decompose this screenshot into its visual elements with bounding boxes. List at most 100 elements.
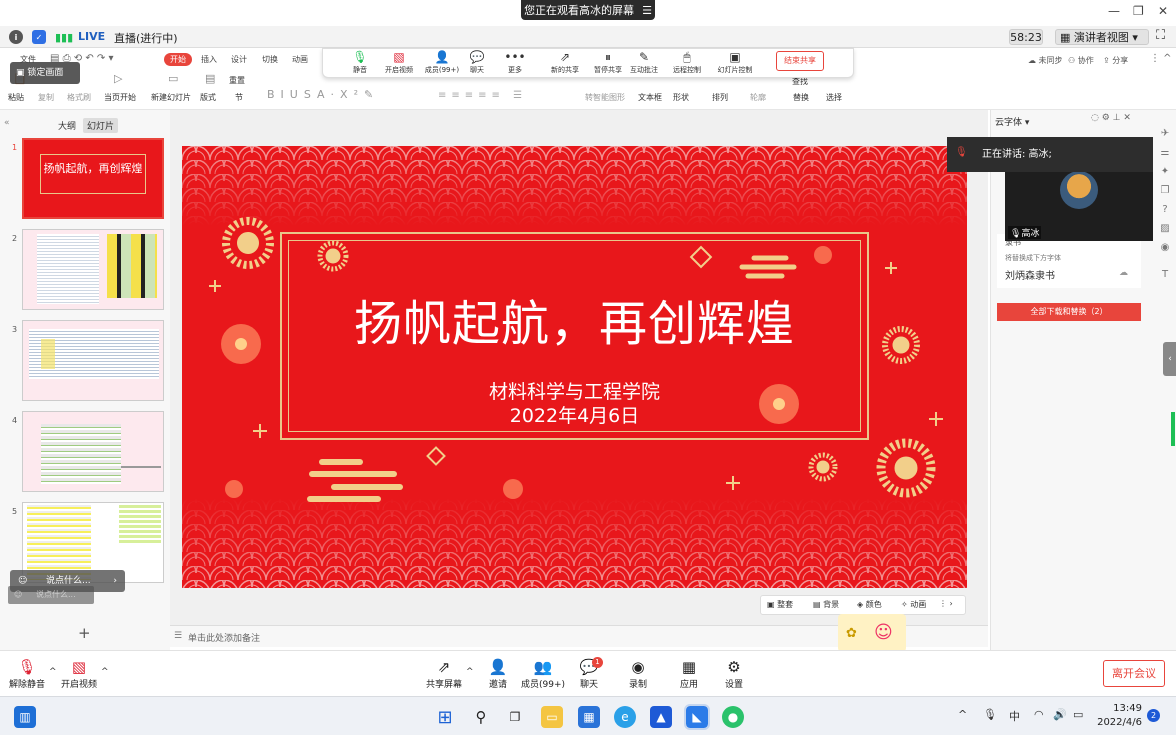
help-icon[interactable]: ? bbox=[1162, 204, 1167, 215]
menu-icon[interactable]: ☰ bbox=[642, 4, 652, 17]
font-format-buttons[interactable]: BIUSA·X²✎ bbox=[267, 88, 379, 101]
new-share-button[interactable]: ⇗ 新的共享 bbox=[542, 49, 588, 75]
more-options-icon[interactable]: ⋮ ^ bbox=[1150, 53, 1172, 64]
task-view-icon[interactable]: ❐ bbox=[504, 706, 526, 728]
slide-1[interactable]: 扬帆起航，再创辉煌 材料科学与工程学院 2022年4月6日 bbox=[182, 146, 967, 588]
live-label[interactable]: LIVE bbox=[78, 30, 105, 43]
search-icon[interactable]: ⚲ bbox=[470, 706, 492, 728]
slide-thumbnail-2[interactable] bbox=[22, 229, 164, 310]
select-button[interactable]: 选择 bbox=[826, 92, 842, 103]
section-button[interactable]: 节 bbox=[235, 92, 243, 103]
pin-icon[interactable]: ✦ bbox=[1161, 166, 1169, 177]
replace-button[interactable]: 替换 bbox=[793, 92, 809, 103]
right-side-toolbar[interactable]: ✈ ⚌ ✦ ❐? ▨ ◉ T bbox=[1153, 128, 1176, 328]
app-icon[interactable]: ▲ bbox=[650, 706, 672, 728]
lock-screen-button[interactable]: ▣ 锁定画面 bbox=[10, 62, 80, 84]
download-replace-button[interactable]: 全部下载和替换（2） bbox=[997, 303, 1141, 321]
slide-thumbnail-1[interactable]: 扬帆起航，再创辉煌 bbox=[22, 138, 164, 219]
signal-icon[interactable]: ▮▮▮ bbox=[55, 31, 73, 44]
view-mode-button[interactable]: ▦ 演讲者视图 ▾ bbox=[1055, 29, 1149, 45]
more-button[interactable]: ••• 更多 bbox=[492, 49, 538, 75]
slide-control-button[interactable]: ▣ 幻灯片控制 bbox=[712, 49, 758, 75]
color-button[interactable]: ◈ 颜色 bbox=[857, 599, 882, 610]
tab-home[interactable]: 开始 bbox=[164, 53, 192, 66]
tab-outline[interactable]: 大纲 bbox=[58, 119, 76, 132]
wechat-icon[interactable]: ● bbox=[722, 706, 744, 728]
volume-icon[interactable]: 🔊 bbox=[1053, 708, 1067, 721]
chevron-up-icon[interactable]: ^ bbox=[958, 708, 967, 721]
outline-button[interactable]: 轮廓 bbox=[750, 92, 766, 103]
close-icon[interactable]: ✕ bbox=[1158, 4, 1168, 18]
start-video-button[interactable]: ▧ 开启视频 bbox=[54, 657, 104, 690]
start-video-button[interactable]: ▧ 开启视频 bbox=[376, 49, 422, 75]
panel-controls-icons[interactable]: ◌ ⚙ ⊥ ✕ bbox=[1091, 113, 1131, 123]
smart-shape-button[interactable]: 转智能图形 bbox=[585, 92, 625, 103]
sync-status[interactable]: ☁ 未同步 bbox=[1028, 55, 1063, 66]
info-icon[interactable]: i bbox=[9, 30, 23, 44]
expand-handle[interactable]: ‹ bbox=[1163, 342, 1176, 376]
text-icon[interactable]: T bbox=[1162, 269, 1168, 280]
add-slide-button[interactable]: + bbox=[78, 624, 91, 642]
fullscreen-icon[interactable]: ⛶ bbox=[1156, 28, 1165, 43]
slide-thumbnail-4[interactable] bbox=[22, 411, 164, 492]
theme-button[interactable]: ▣ 整套 bbox=[767, 599, 793, 610]
chat-button[interactable]: 💬 聊天 bbox=[564, 657, 614, 690]
shape-button[interactable]: 形状 bbox=[673, 92, 689, 103]
paste-button[interactable]: 粘贴 bbox=[8, 92, 24, 103]
copy-button[interactable]: 复制 bbox=[38, 92, 54, 103]
taskbar-clock[interactable]: 13:49 2022/4/6 bbox=[1096, 702, 1142, 730]
location-icon[interactable]: ◉ bbox=[1161, 242, 1170, 253]
start-icon[interactable]: ⊞ bbox=[434, 706, 456, 728]
slide-subtitle-college[interactable]: 材料科学与工程学院 bbox=[182, 377, 967, 404]
slide-subtitle-date[interactable]: 2022年4月6日 bbox=[182, 401, 967, 428]
panel-title[interactable]: 云字体 ▾ bbox=[995, 115, 1029, 128]
scroll-indicator[interactable] bbox=[1171, 412, 1175, 446]
widgets-icon[interactable]: ▥ bbox=[14, 706, 36, 728]
collaborate-button[interactable]: ⚇ 协作 bbox=[1068, 55, 1094, 66]
mic-icon[interactable]: 🎙 bbox=[983, 708, 997, 721]
sliders-icon[interactable]: ⚌ bbox=[1161, 147, 1170, 158]
store-icon[interactable]: ▦ bbox=[578, 706, 600, 728]
chevron-up-icon[interactable]: ^ bbox=[101, 667, 109, 677]
animation-button[interactable]: ✧ 动画 bbox=[901, 599, 926, 610]
notification-badge[interactable]: 2 bbox=[1147, 709, 1160, 722]
shield-icon[interactable]: ✓ bbox=[32, 30, 46, 44]
play-from-current-button[interactable]: 当页开始 bbox=[104, 92, 136, 103]
invite-button[interactable]: 👤 邀请 bbox=[473, 657, 523, 690]
slide-title[interactable]: 扬帆起航，再创辉煌 bbox=[182, 284, 967, 354]
slide-thumbnail-3[interactable] bbox=[22, 320, 164, 401]
tencent-meeting-icon[interactable]: ◣ bbox=[684, 704, 710, 730]
tab-transition[interactable]: 切换 bbox=[262, 54, 278, 65]
file-explorer-icon[interactable]: ▭ bbox=[541, 706, 563, 728]
remote-control-button[interactable]: 🖱 远程控制 bbox=[664, 49, 710, 75]
background-button[interactable]: ▤ 背景 bbox=[813, 599, 839, 610]
new-slide-button[interactable]: 新建幻灯片 bbox=[151, 92, 191, 103]
restore-icon[interactable]: ❐ bbox=[1133, 4, 1144, 18]
image-icon[interactable]: ▨ bbox=[1160, 223, 1169, 234]
rocket-icon[interactable]: ✈ bbox=[1161, 128, 1169, 139]
tab-insert[interactable]: 插入 bbox=[201, 54, 217, 65]
tab-animation[interactable]: 动画 bbox=[292, 54, 308, 65]
apps-button[interactable]: ▦ 应用 bbox=[664, 657, 714, 690]
annotate-button[interactable]: ✎ 互动批注 bbox=[621, 49, 667, 75]
unmute-button[interactable]: 🎙 解除静音 bbox=[2, 657, 52, 690]
members-button[interactable]: 👥 成员(99+) bbox=[518, 657, 568, 690]
settings-button[interactable]: ⚙ 设置 bbox=[709, 657, 759, 690]
wifi-icon[interactable]: ◠ bbox=[1034, 708, 1044, 721]
battery-icon[interactable]: ▭ bbox=[1073, 708, 1083, 721]
format-painter-button[interactable]: 格式刷 bbox=[67, 92, 91, 103]
chat-input-overlay-2[interactable]: ☺ 说点什么... bbox=[8, 586, 94, 604]
leave-meeting-button[interactable]: 离开会议 bbox=[1103, 660, 1165, 687]
arrange-button[interactable]: 排列 bbox=[712, 92, 728, 103]
textbox-button[interactable]: 文本框 bbox=[638, 92, 662, 103]
tab-design[interactable]: 设计 bbox=[231, 54, 247, 65]
layout-button[interactable]: 版式 bbox=[200, 92, 216, 103]
collapse-panel-icon[interactable]: « bbox=[4, 118, 10, 128]
share-button[interactable]: ⇪ 分享 bbox=[1103, 55, 1128, 66]
share-screen-button[interactable]: ⇗ 共享屏幕 bbox=[419, 657, 469, 690]
minimize-icon[interactable]: — bbox=[1108, 4, 1120, 18]
edge-icon[interactable]: e bbox=[614, 706, 636, 728]
mascot-widget[interactable]: ✿ ☺ bbox=[838, 614, 906, 652]
end-share-button[interactable]: 结束共享 bbox=[776, 51, 824, 71]
ime-indicator[interactable]: 中 bbox=[1009, 708, 1020, 724]
